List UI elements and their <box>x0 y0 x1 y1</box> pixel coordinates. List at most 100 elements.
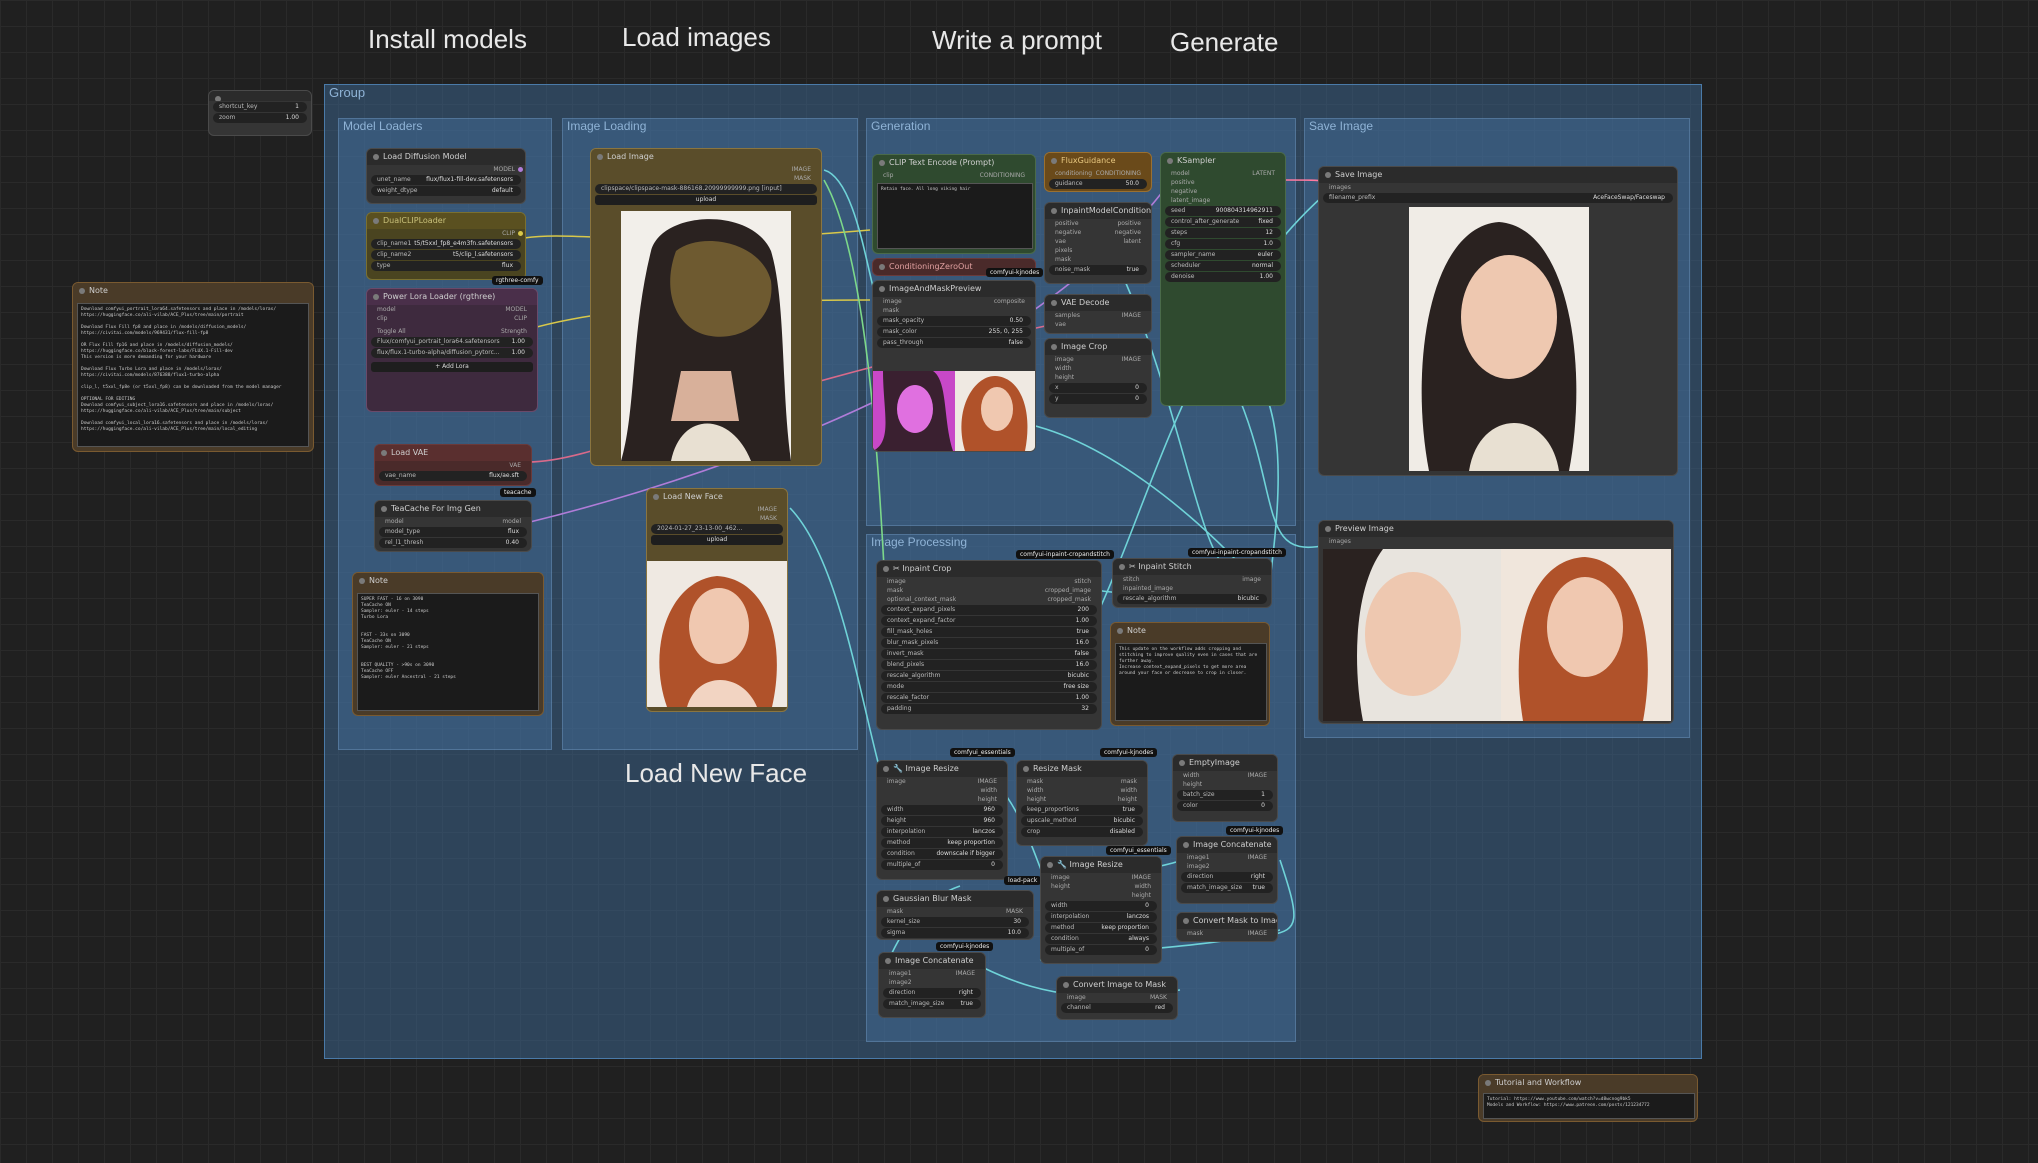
io-inpainted-image[interactable]: inpainted_image <box>1113 584 1271 593</box>
io-image[interactable]: image IMAGE <box>1045 355 1151 364</box>
io-image1[interactable]: image1 IMAGE <box>1177 853 1277 862</box>
load-new-face-node[interactable]: Load New Face IMAGE MASK 2024-01-27_23-1… <box>646 488 788 712</box>
io-height-out[interactable]: height <box>1041 891 1161 900</box>
toggle-all-row[interactable]: Toggle All Strength <box>367 327 537 336</box>
interpolation-widget[interactable]: interpolation lanczos <box>881 827 1003 837</box>
pass-through-widget[interactable]: pass_through false <box>877 338 1031 348</box>
gaussian-blur-mask-node[interactable]: Gaussian Blur Mask mask MASK kernel_size 3… <box>876 890 1034 940</box>
io-image[interactable]: image IMAGE <box>877 777 1007 786</box>
image-select-widget[interactable]: clipspace/clipspace-mask-886168.20999999… <box>595 184 817 194</box>
widget-invert-mask[interactable]: invert_mask false <box>881 649 1097 659</box>
io-mask[interactable]: mask cropped_image <box>877 586 1101 595</box>
dual-clip-loader-node[interactable]: DualCLIPLoader CLIP clip_name1 t5/t5xxl_f… <box>366 212 526 280</box>
toggle-label[interactable]: Toggle All <box>377 328 406 335</box>
lora-strength[interactable]: 1.00 <box>512 337 525 347</box>
rel-l1-widget[interactable]: rel_l1_thresh 0.40 <box>379 538 527 548</box>
io-image[interactable]: image IMAGE <box>1041 873 1161 882</box>
ksampler-node[interactable]: KSampler model LATENT positive negative l… <box>1160 152 1286 406</box>
width-widget[interactable]: width 960 <box>881 805 1003 815</box>
io-image2[interactable]: image2 <box>1177 862 1277 871</box>
note-node-middle[interactable]: Note This update on the workflow adds cr… <box>1110 622 1270 726</box>
io-height[interactable]: height <box>877 795 1007 804</box>
widget-context-expand-factor[interactable]: context_expand_factor 1.00 <box>881 616 1097 626</box>
io-images[interactable]: images <box>1319 537 1673 546</box>
io-width[interactable]: width IMAGE <box>1173 771 1277 780</box>
io-model[interactable]: model LATENT <box>1161 169 1285 178</box>
rescale-algorithm-widget[interactable]: rescale_algorithm bicubic <box>1117 594 1267 604</box>
io-clip[interactable]: clip CLIP <box>367 314 537 323</box>
io-mask[interactable]: mask <box>873 306 1035 315</box>
keep-proportions-widget[interactable]: keep_proportions true <box>1021 805 1143 815</box>
io-width[interactable]: width width <box>1017 786 1147 795</box>
inpaint-model-conditioning-node[interactable]: InpaintModelConditioning positivepositiv… <box>1044 202 1152 284</box>
convert-mask-to-image-node[interactable]: Convert Mask to Image mask IMAGE <box>1176 912 1278 942</box>
widget-blur-mask-pixels[interactable]: blur_mask_pixels 16.0 <box>881 638 1097 648</box>
io-samples[interactable]: samples IMAGE <box>1045 311 1151 320</box>
color-widget[interactable]: color 0 <box>1177 801 1273 811</box>
io-mask[interactable]: mask <box>1045 255 1151 264</box>
clip-text-encode-node[interactable]: CLIP Text Encode (Prompt) clip CONDITIONI… <box>872 154 1036 254</box>
filename-prefix-widget[interactable]: filename_prefix AceFaceSwap/Faceswap <box>1323 193 1673 203</box>
condition-widget[interactable]: condition downscale if bigger <box>881 849 1003 859</box>
image-and-mask-preview-node[interactable]: ImageAndMaskPreview image composite mask … <box>872 280 1036 452</box>
flux-guidance-node[interactable]: FluxGuidance conditioning CONDITIONING gu… <box>1044 152 1152 192</box>
upload-button[interactable]: upload <box>651 535 783 545</box>
io-negative[interactable]: negative negative <box>1045 228 1151 237</box>
io-image1[interactable]: image1 IMAGE <box>879 969 985 978</box>
multiple-of-widget[interactable]: multiple_of 0 <box>1045 945 1157 955</box>
lora-row-2[interactable]: flux/flux.1-turbo-alpha/diffusion_pytorc… <box>371 348 533 358</box>
resize-mask-node[interactable]: Resize Mask mask mask width width height he… <box>1016 760 1148 846</box>
note-text[interactable]: SUPER FAST - 16 on 3090 TeaCache ON Samp… <box>357 593 539 711</box>
io-height[interactable]: height height <box>1017 795 1147 804</box>
io-image2[interactable]: image2 <box>879 978 985 987</box>
vae-name-widget[interactable]: vae_name flux/ae.sft <box>379 471 527 481</box>
widget-rescale-algorithm[interactable]: rescale_algorithm bicubic <box>881 671 1097 681</box>
output-mask[interactable]: MASK <box>591 174 821 183</box>
io-clip[interactable]: clip CONDITIONING <box>873 171 1035 180</box>
match-image-size-widget[interactable]: match_image_size true <box>1181 883 1273 893</box>
io-image[interactable]: image stitch <box>877 577 1101 586</box>
match-image-size-widget[interactable]: match_image_size true <box>883 999 981 1009</box>
x-widget[interactable]: x0 <box>1049 383 1147 393</box>
clip-name1-widget[interactable]: clip_name1 t5/t5xxl_fp8_e4m3fn.safetensor… <box>371 239 521 249</box>
io-model[interactable]: model model <box>375 517 531 526</box>
empty-image-node[interactable]: EmptyImage width IMAGE height batch_size 1… <box>1172 754 1278 822</box>
output-image[interactable]: IMAGE <box>647 505 787 514</box>
inpaint-crop-node[interactable]: ✂ Inpaint Crop image stitch mask cropped_i… <box>876 560 1102 730</box>
image-resize-node[interactable]: 🔧 Image Resize image IMAGE width height w… <box>876 760 1008 880</box>
io-context-mask[interactable]: optional_context_mask cropped_mask <box>877 595 1101 604</box>
power-lora-loader-node[interactable]: Power Lora Loader (rgthree) model MODEL c… <box>366 288 538 412</box>
output-clip[interactable]: CLIP <box>367 229 525 238</box>
lora-row-1[interactable]: Flux/comfyui_portrait_lora64.safetensors… <box>371 337 533 347</box>
y-widget[interactable]: y0 <box>1049 394 1147 404</box>
tutorial-workflow-node[interactable]: Tutorial and Workflow Tutorial: https://… <box>1478 1074 1698 1122</box>
output-dot[interactable] <box>518 231 523 236</box>
image-select-widget[interactable]: 2024-01-27_23-13-00_462... <box>651 524 783 534</box>
widget-fill-mask-holes[interactable]: fill_mask_holes true <box>881 627 1097 637</box>
io-negative[interactable]: negative <box>1161 187 1285 196</box>
io-height-in[interactable]: height width <box>1041 882 1161 891</box>
noise-mask-widget[interactable]: noise_mask true <box>1049 265 1147 275</box>
clip-name2-widget[interactable]: clip_name2 t5/clip_l.safetensors <box>371 250 521 260</box>
lora-strength[interactable]: 1.00 <box>512 348 525 358</box>
save-image-node[interactable]: Save Image images filename_prefix AceFace… <box>1318 166 1678 476</box>
unet-name-widget[interactable]: unet_name flux/flux1-fill-dev.safetensors <box>371 175 521 185</box>
width-widget[interactable]: width 0 <box>1045 901 1157 911</box>
image-crop-node[interactable]: Image Crop image IMAGE width height x0 y0 <box>1044 338 1152 418</box>
load-image-node[interactable]: Load Image IMAGE MASK clipspace/clipspac… <box>590 148 822 466</box>
prompt-textarea[interactable]: Retain face. All long viking hair <box>877 183 1033 249</box>
sigma-widget[interactable]: sigma 10.0 <box>881 928 1029 938</box>
io-pixels[interactable]: pixels <box>1045 246 1151 255</box>
inpaint-stitch-node[interactable]: ✂ Inpaint Stitch stitch image inpainted_i… <box>1112 558 1272 608</box>
preview-image-node[interactable]: Preview Image images <box>1318 520 1674 724</box>
output-dot[interactable] <box>518 167 523 172</box>
scheduler-widget[interactable]: scheduler normal <box>1165 261 1281 271</box>
mask-color-widget[interactable]: mask_color 255, 0, 255 <box>877 327 1031 337</box>
batch-size-widget[interactable]: batch_size 1 <box>1177 790 1273 800</box>
widget-context-expand-pixels[interactable]: context_expand_pixels 200 <box>881 605 1097 615</box>
crop-widget[interactable]: crop disabled <box>1021 827 1143 837</box>
teacache-node[interactable]: TeaCache For Img Gen model model model_ty… <box>374 500 532 552</box>
direction-widget[interactable]: direction right <box>1181 872 1273 882</box>
load-vae-node[interactable]: Load VAE VAE vae_name flux/ae.sft <box>374 444 532 486</box>
io-height[interactable]: height <box>1045 373 1151 382</box>
